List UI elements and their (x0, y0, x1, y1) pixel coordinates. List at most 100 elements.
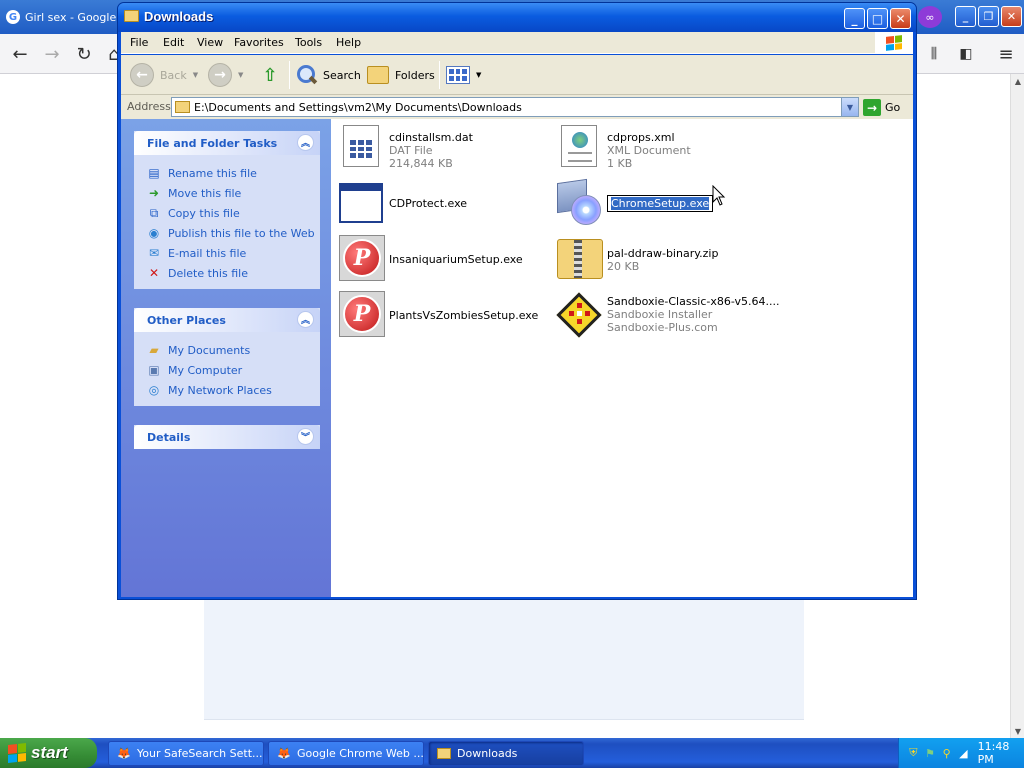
expand-chevron-icon[interactable]: ︾ (297, 428, 314, 445)
file-type: DAT File (389, 144, 433, 157)
taskbar-button-label: Google Chrome Web ... (297, 747, 424, 760)
file-item[interactable]: cdprops.xml XML Document 1 KB (555, 123, 691, 170)
panel-header[interactable]: Details ︾ (134, 425, 320, 449)
menu-view[interactable]: View (197, 36, 223, 49)
place-my-computer[interactable]: ▣ My Computer (146, 360, 320, 380)
search-icon[interactable]: ⚲ (940, 746, 953, 760)
search-button[interactable]: Search (295, 61, 361, 89)
file-list: cdinstallsm.dat DAT File 214,844 KB cdprop… (331, 119, 913, 597)
browser-page-panel (204, 598, 804, 720)
menu-tools[interactable]: Tools (295, 36, 322, 49)
task-copy[interactable]: ⧉ Copy this file (146, 203, 320, 223)
folders-button[interactable]: Folders (367, 61, 435, 89)
panel-header[interactable]: File and Folder Tasks ︽ (134, 131, 320, 155)
browser-tab[interactable]: G Girl sex - Google S (6, 6, 116, 28)
toolbar-separator (289, 61, 290, 89)
file-item[interactable]: cdinstallsm.dat DAT File 214,844 KB (337, 123, 473, 170)
menu-icon[interactable]: ≡ (992, 40, 1020, 68)
browser-minimize-button[interactable]: _ (955, 6, 976, 27)
collapse-chevron-icon[interactable]: ︽ (297, 311, 314, 328)
file-item[interactable]: P PlantsVsZombiesSetup.exe (337, 291, 538, 337)
forward-arrow-icon: → (208, 63, 232, 87)
file-name: ChromeSetup.exe (611, 197, 710, 210)
close-button[interactable]: ✕ (890, 8, 911, 29)
menu-favorites[interactable]: Favorites (234, 36, 284, 49)
menu-help[interactable]: Help (336, 36, 361, 49)
start-button[interactable]: start (0, 738, 97, 768)
task-rename[interactable]: ▤ Rename this file (146, 163, 320, 183)
task-email[interactable]: ✉ E-mail this file (146, 243, 320, 263)
forward-button[interactable]: → ▼ (208, 61, 243, 89)
browser-tab-title: Girl sex - Google S (25, 10, 116, 24)
scroll-down-arrow-icon[interactable]: ▼ (1011, 724, 1024, 738)
globe-icon: ◉ (148, 226, 160, 240)
private-browsing-icon: ∞ (918, 6, 942, 28)
volume-icon[interactable]: ◢ (957, 746, 970, 760)
views-button[interactable]: ▼ (446, 61, 481, 89)
task-move[interactable]: ➜ Move this file (146, 183, 320, 203)
file-item-selected[interactable]: ChromeSetup.exe (555, 178, 714, 225)
forward-arrow-icon[interactable]: → (38, 40, 66, 68)
reload-icon[interactable]: ↻ (70, 40, 98, 68)
move-icon: ➜ (148, 186, 160, 200)
standard-toolbar: ← Back ▼ → ▼ ⇧ Search Folders ▼ (121, 55, 913, 95)
file-item[interactable]: P InsaniquariumSetup.exe (337, 235, 523, 281)
panel-title: File and Folder Tasks (147, 137, 278, 150)
details-panel: Details ︾ (134, 425, 320, 449)
library-icon[interactable]: ⫼ (920, 40, 948, 68)
collapse-chevron-icon[interactable]: ︽ (297, 134, 314, 151)
rename-input[interactable]: ChromeSetup.exe (607, 195, 714, 212)
toolbar-separator (439, 61, 440, 89)
maximize-button[interactable]: □ (867, 8, 888, 29)
task-label: Move this file (168, 186, 242, 200)
views-icon (446, 66, 470, 84)
up-button[interactable]: ⇧ (259, 61, 281, 89)
back-arrow-icon[interactable]: ← (6, 40, 34, 68)
network-icon[interactable]: ⚑ (924, 746, 937, 760)
taskbar-button-safesearch[interactable]: 🦊 Your SafeSearch Sett... (108, 741, 264, 766)
file-type: XML Document (607, 144, 691, 157)
taskbar-button-downloads[interactable]: Downloads (428, 741, 584, 766)
browser-restore-button[interactable]: ❐ (978, 6, 999, 27)
address-dropdown-icon[interactable]: ▼ (841, 98, 858, 116)
setup-cd-icon (555, 178, 601, 225)
security-shield-icon[interactable]: ⛨ (907, 746, 920, 760)
menu-bar: File Edit View Favorites Tools Help (121, 32, 913, 54)
minimize-button[interactable]: _ (844, 8, 865, 29)
browser-scrollbar[interactable]: ▲ ▼ (1010, 74, 1024, 738)
taskbar-button-label: Downloads (457, 747, 518, 760)
file-item[interactable]: pal-ddraw-binary.zip 20 KB (555, 235, 718, 281)
go-button[interactable]: → Go (863, 98, 900, 117)
place-my-documents[interactable]: ▰ My Documents (146, 340, 320, 360)
menu-file[interactable]: File (130, 36, 148, 49)
browser-close-button[interactable]: ✕ (1001, 6, 1022, 27)
taskbar-button-label: Your SafeSearch Sett... (137, 747, 263, 760)
file-item[interactable]: Sandboxie-Classic-x86-v5.64.... Sandboxie… (555, 291, 780, 338)
file-name: CDProtect.exe (389, 197, 468, 210)
other-places-panel: Other Places ︽ ▰ My Documents ▣ My Compute… (134, 308, 320, 406)
task-label: Copy this file (168, 206, 240, 220)
place-label: My Network Places (168, 383, 272, 397)
delete-icon: ✕ (148, 266, 160, 280)
panel-title: Other Places (147, 314, 226, 327)
clock: 11:48 PM (977, 740, 1010, 766)
chevron-down-icon: ▼ (476, 71, 482, 79)
scroll-up-arrow-icon[interactable]: ▲ (1011, 74, 1024, 88)
task-publish[interactable]: ◉ Publish this file to the Web (146, 223, 320, 243)
menu-edit[interactable]: Edit (163, 36, 184, 49)
computer-icon: ▣ (148, 363, 160, 377)
panel-header[interactable]: Other Places ︽ (134, 308, 320, 332)
address-input[interactable]: E:\Documents and Settings\vm2\My Documen… (171, 97, 859, 117)
chevron-down-icon: ▼ (238, 71, 244, 79)
taskbar-button-chrome-web[interactable]: 🦊 Google Chrome Web ... (268, 741, 424, 766)
folder-icon (437, 748, 451, 759)
task-label: E-mail this file (168, 246, 247, 260)
task-label: Rename this file (168, 166, 257, 180)
place-my-network[interactable]: ◎ My Network Places (146, 380, 320, 400)
back-button[interactable]: ← Back ▼ (130, 61, 198, 89)
window-titlebar[interactable]: Downloads _ □ ✕ (118, 3, 916, 32)
file-size: 214,844 KB (389, 157, 453, 170)
file-item[interactable]: CDProtect.exe (337, 179, 467, 225)
sidebar-icon[interactable]: ◧ (952, 40, 980, 68)
task-delete[interactable]: ✕ Delete this file (146, 263, 320, 283)
